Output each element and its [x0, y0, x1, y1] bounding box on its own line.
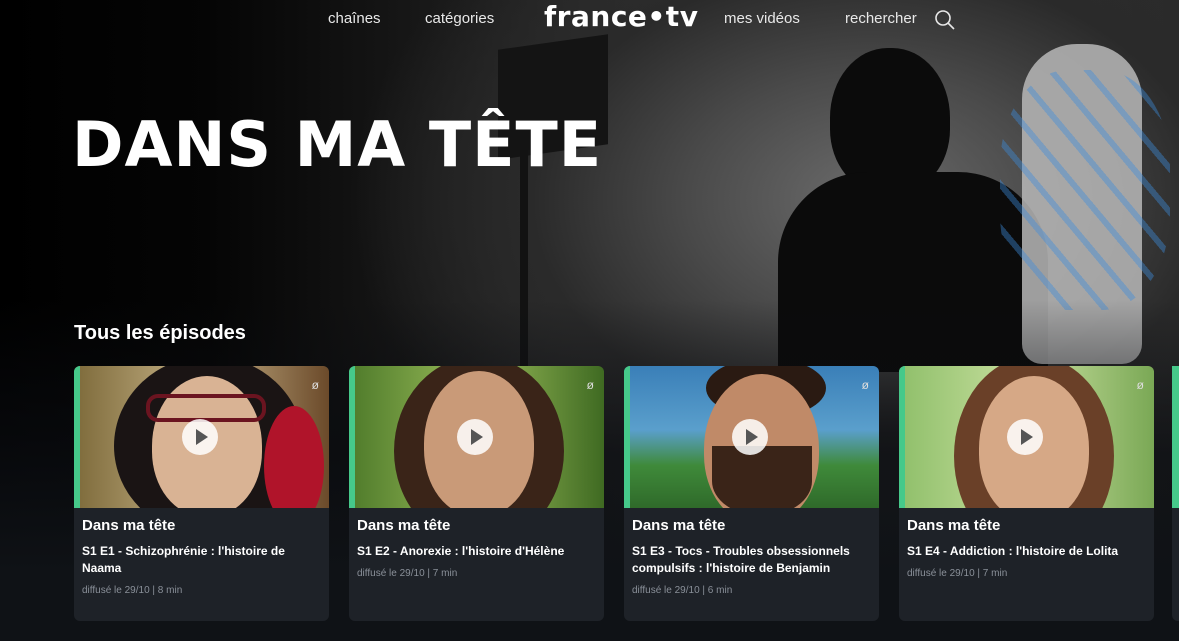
card-accent-bar: [624, 366, 630, 508]
card-meta: diffusé le 29/10 | 7 min: [907, 568, 1008, 579]
thumbnail-glasses: [146, 394, 266, 422]
card-accent-bar: [74, 366, 80, 508]
episode-card[interactable]: ø Dans ma tête S1 E4 - Addiction : l'his…: [899, 366, 1154, 621]
episode-card[interactable]: ø Dans ma tête S1 E3 - Tocs - Troubles o…: [624, 366, 879, 621]
card-series-title[interactable]: Dans ma tête: [632, 517, 725, 534]
play-icon[interactable]: [732, 419, 768, 455]
card-meta: diffusé le 29/10 | 8 min: [82, 585, 183, 596]
card-series-title[interactable]: Dans ma tête: [357, 517, 450, 534]
episode-card[interactable]: ø Dans ma tête S1 E2 - Anorexie : l'hist…: [349, 366, 604, 621]
rating-icon: ø: [311, 378, 319, 392]
card-episode-title[interactable]: S1 E2 - Anorexie : l'histoire d'Hélène: [357, 543, 589, 560]
nav-categories-link[interactable]: catégories: [425, 10, 494, 27]
section-title: Tous les épisodes: [74, 322, 246, 344]
play-icon[interactable]: [1007, 419, 1043, 455]
card-accent-bar: [1172, 366, 1179, 508]
card-episode-title[interactable]: S1 E1 - Schizophrénie : l'histoire de Na…: [82, 543, 314, 577]
episode-card[interactable]: ø Dans ma tête S1 E1 - Schizophrénie : l…: [74, 366, 329, 621]
card-accent-bar: [349, 366, 355, 508]
nav-mes-videos-link[interactable]: mes vidéos: [724, 10, 800, 27]
rating-icon: ø: [1136, 378, 1144, 392]
play-icon[interactable]: [457, 419, 493, 455]
rating-icon: ø: [586, 378, 594, 392]
card-episode-title[interactable]: S1 E3 - Tocs - Troubles obsessionnels co…: [632, 543, 864, 577]
card-series-title[interactable]: Dans ma tête: [82, 517, 175, 534]
blue-leaves-decoration: [1000, 70, 1170, 310]
play-icon[interactable]: [182, 419, 218, 455]
rating-icon: ø: [861, 378, 869, 392]
nav-chaines-link[interactable]: chaînes: [328, 10, 381, 27]
thumbnail-hair-red: [264, 406, 324, 508]
francetv-logo[interactable]: france•tv: [544, 0, 698, 33]
search-icon[interactable]: [934, 9, 956, 31]
card-series-title[interactable]: Dans ma tête: [907, 517, 1000, 534]
page-title: DANS MA TÊTE: [72, 108, 603, 181]
card-episode-title[interactable]: S1 E4 - Addiction : l'histoire de Lolita: [907, 543, 1139, 560]
card-meta: diffusé le 29/10 | 7 min: [357, 568, 458, 579]
nav-rechercher-link[interactable]: rechercher: [845, 10, 917, 27]
card-meta: diffusé le 29/10 | 6 min: [632, 585, 733, 596]
thumbnail-beard: [712, 446, 812, 508]
episode-card-partial[interactable]: [1172, 366, 1179, 621]
card-accent-bar: [899, 366, 905, 508]
top-navigation: chaînes catégories france•tv mes vidéos …: [0, 0, 1179, 40]
